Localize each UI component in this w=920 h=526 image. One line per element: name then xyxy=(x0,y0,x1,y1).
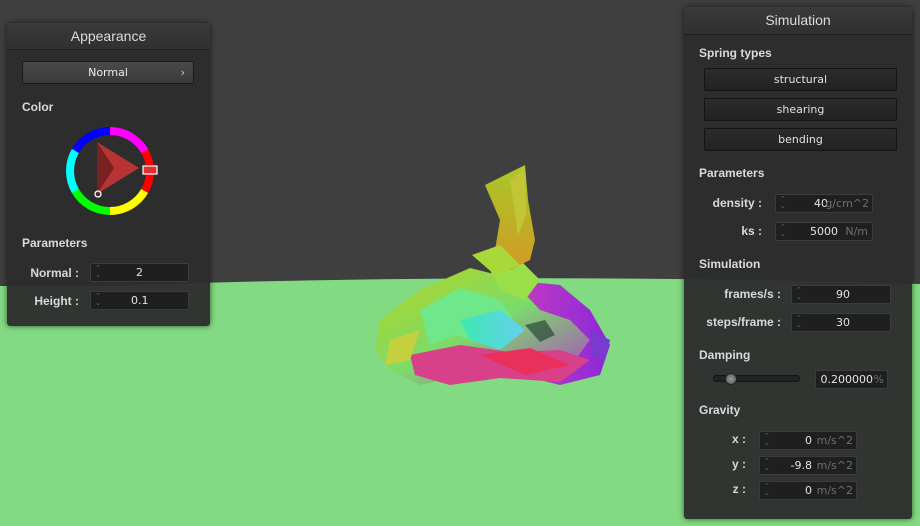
gravity-z-label: z : xyxy=(732,482,746,496)
spinner-icon[interactable]: ⌃ ⌄ xyxy=(796,287,804,301)
chevron-right-icon: › xyxy=(180,66,185,79)
fps-input[interactable]: ⌃ ⌄ 90 xyxy=(791,285,891,304)
gravity-z-input[interactable]: ⌃ ⌄ 0 m/s^2 xyxy=(759,481,857,500)
spinner-icon[interactable]: ⌃ ⌄ xyxy=(780,224,788,238)
structural-button[interactable]: structural xyxy=(704,68,897,91)
spinner-icon[interactable]: ⌃ ⌄ xyxy=(796,315,804,329)
height-label: Height : xyxy=(34,294,79,308)
simulation-panel: Simulation Spring types structural shear… xyxy=(684,7,912,519)
spinner-icon[interactable]: ⌃ ⌄ xyxy=(764,458,772,472)
shearing-button[interactable]: shearing xyxy=(704,98,897,121)
color-section-label: Color xyxy=(22,100,54,114)
sim-params-label: Parameters xyxy=(699,166,765,180)
appearance-mode-select[interactable]: Normal › xyxy=(22,61,194,84)
appearance-params-label: Parameters xyxy=(22,236,88,250)
bending-button[interactable]: bending xyxy=(704,128,897,151)
gravity-y-input[interactable]: ⌃ ⌄ -9.8 m/s^2 xyxy=(759,456,857,475)
normal-label: Normal : xyxy=(30,266,79,280)
gravity-x-label: x : xyxy=(731,432,746,446)
spinner-icon[interactable]: ⌃ ⌄ xyxy=(95,293,103,307)
cloth-mesh[interactable] xyxy=(360,160,630,395)
damping-label: Damping xyxy=(699,348,751,362)
density-input[interactable]: ⌃ ⌄ 40 g/cm^2 xyxy=(775,194,873,213)
simulation-panel-title[interactable]: Simulation xyxy=(684,7,912,35)
height-input[interactable]: ⌃ ⌄ 0.1 xyxy=(90,291,189,310)
spinner-icon[interactable]: ⌃ ⌄ xyxy=(764,433,772,447)
density-label: density : xyxy=(712,196,762,210)
appearance-panel-title[interactable]: Appearance xyxy=(7,23,210,50)
spinner-icon[interactable]: ⌃ ⌄ xyxy=(95,265,103,279)
spinner-icon[interactable]: ⌃ ⌄ xyxy=(764,483,772,497)
hue-ring-handle[interactable] xyxy=(142,165,158,175)
appearance-panel: Appearance Normal › Color Parameters Nor… xyxy=(7,23,210,326)
steps-label: steps/frame : xyxy=(706,315,781,329)
gravity-x-input[interactable]: ⌃ ⌄ 0 m/s^2 xyxy=(759,431,857,450)
spinner-icon[interactable]: ⌃ ⌄ xyxy=(780,196,788,210)
appearance-mode-value: Normal xyxy=(88,66,128,79)
steps-input[interactable]: ⌃ ⌄ 30 xyxy=(791,313,891,332)
simulation-section-label: Simulation xyxy=(699,257,761,271)
gravity-label: Gravity xyxy=(699,403,741,417)
spring-types-label: Spring types xyxy=(699,46,772,60)
fps-label: frames/s : xyxy=(724,287,781,301)
normal-input[interactable]: ⌃ ⌄ 2 xyxy=(90,263,189,282)
damping-input[interactable]: 0.200000 % xyxy=(815,370,888,389)
gravity-y-label: y : xyxy=(731,457,746,471)
damping-slider-handle[interactable] xyxy=(725,373,737,385)
ks-label: ks : xyxy=(741,224,762,238)
ks-input[interactable]: ⌃ ⌄ 5000 N/m xyxy=(775,222,873,241)
color-wheel[interactable] xyxy=(64,124,164,224)
